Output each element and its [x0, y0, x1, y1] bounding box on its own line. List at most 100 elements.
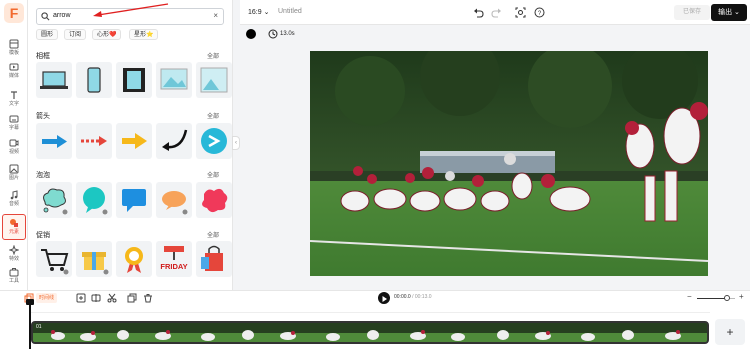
burst-bubble-icon — [202, 188, 228, 213]
element-tile[interactable] — [116, 241, 152, 277]
clear-icon[interactable]: × — [213, 11, 218, 20]
blue-arrow-icon — [42, 135, 67, 148]
zoom-fill — [697, 298, 728, 299]
app-logo[interactable]: F — [4, 3, 24, 23]
square-bubble-icon — [122, 189, 146, 212]
element-tile[interactable] — [36, 182, 72, 218]
playhead-handle[interactable] — [26, 299, 34, 305]
element-tile[interactable]: FRIDAY — [156, 241, 192, 277]
zoom-handle[interactable] — [724, 295, 731, 301]
element-tile[interactable] — [196, 62, 232, 98]
curved-arrow-icon — [162, 129, 188, 151]
rail-item-media[interactable]: 媒体 — [2, 59, 26, 85]
collapse-panel-button[interactable]: ‹ — [232, 136, 240, 150]
play-button[interactable] — [378, 292, 390, 304]
view-all-frames[interactable]: 全部 — [207, 51, 219, 60]
tag-star[interactable]: 星形⭐ — [129, 29, 159, 40]
app-window: F 模板 媒体 文字 字幕 视频 图片 音频 AI — [0, 0, 750, 349]
view-all-bubbles[interactable]: 全部 — [207, 170, 219, 179]
view-all-arrows[interactable]: 全部 — [207, 111, 219, 120]
background-color-swatch[interactable] — [246, 29, 256, 39]
section-title-sale: 促销 — [36, 232, 50, 239]
clock-icon — [268, 29, 278, 39]
round-bubble-icon — [83, 187, 108, 215]
element-tile[interactable] — [76, 123, 112, 159]
oval-bubble-icon — [162, 191, 188, 215]
play-icon — [382, 296, 387, 302]
zoom-out-button[interactable]: − — [687, 292, 692, 301]
rail-label: 字幕 — [8, 125, 19, 131]
photo-frame-icon — [200, 67, 228, 93]
add-clip-icon[interactable] — [76, 293, 86, 303]
element-tile[interactable] — [116, 123, 152, 159]
video-clip-track[interactable]: 01 — [31, 321, 709, 344]
shopping-cart-icon — [41, 249, 69, 275]
element-tile[interactable] — [156, 123, 192, 159]
element-tile[interactable] — [156, 182, 192, 218]
duration-value: 13.0s — [280, 31, 295, 37]
aspect-ratio-select[interactable]: 16:9 ⌄ — [248, 8, 269, 16]
zoom-slider[interactable] — [697, 295, 735, 301]
duration-control[interactable]: 13.0s — [268, 28, 295, 40]
delete-icon[interactable] — [143, 293, 153, 303]
export-button[interactable]: 输出 ⌄ — [711, 4, 747, 21]
screenshot-icon[interactable] — [515, 7, 526, 18]
text-icon — [11, 91, 17, 99]
help-icon[interactable]: ? — [534, 7, 545, 18]
friday-label: FRIDAY — [160, 262, 187, 271]
laptop-frame-icon — [40, 71, 68, 89]
tools-icon — [9, 268, 19, 277]
time-ruler[interactable] — [30, 305, 710, 313]
timeline-badge[interactable]: 时间线 — [36, 293, 58, 303]
rail-item-images[interactable]: 图片 — [2, 161, 26, 187]
zoom-in-button[interactable]: + — [739, 292, 744, 301]
element-tile[interactable] — [196, 123, 232, 159]
duplicate-icon[interactable] — [127, 293, 137, 303]
phone-frame-icon — [87, 67, 101, 93]
rail-label: 工具 — [8, 278, 19, 284]
element-tile[interactable] — [196, 182, 232, 218]
element-tile[interactable] — [36, 62, 72, 98]
element-tile[interactable] — [76, 241, 112, 277]
scissors-icon[interactable] — [107, 293, 117, 303]
element-tile[interactable] — [116, 182, 152, 218]
film-frame-icon — [123, 68, 145, 92]
element-tile[interactable] — [36, 123, 72, 159]
element-tile[interactable] — [76, 182, 112, 218]
undo-icon[interactable] — [473, 7, 484, 18]
element-tile[interactable] — [36, 241, 72, 277]
section-title-bubbles: 泡泡 — [36, 172, 50, 179]
video-icon — [9, 139, 19, 147]
rail-item-elements[interactable]: 元素 — [2, 214, 26, 240]
project-title[interactable]: Untitled — [278, 8, 302, 15]
friday-sale-icon: FRIDAY — [160, 246, 188, 271]
image-icon — [9, 164, 19, 174]
rail-label: 元素 — [8, 229, 19, 235]
rail-item-tools[interactable]: 工具 — [2, 264, 26, 290]
view-all-sale[interactable]: 全部 — [207, 230, 219, 239]
rail-label: 文字 — [8, 101, 19, 107]
elements-icon — [10, 219, 18, 227]
element-tile[interactable] — [116, 62, 152, 98]
tag-heart[interactable]: 心形❤️ — [92, 29, 122, 40]
element-tile[interactable] — [76, 62, 112, 98]
element-tile[interactable] — [156, 62, 192, 98]
rail-item-text[interactable]: 文字 — [2, 87, 26, 113]
video-preview[interactable] — [310, 51, 708, 276]
rail-item-audio[interactable]: 音频 — [2, 187, 26, 213]
time-total: / 00:13.0 — [410, 294, 432, 300]
elements-panel: arrow × 圆形 订阅 心形❤️ 星形⭐ 相框 全部 箭头 全部 泡泡 全部… — [28, 0, 233, 290]
time-current: 00:00.0 — [394, 294, 411, 300]
rail-item-subtitles[interactable]: 字幕 — [2, 111, 26, 137]
split-icon[interactable] — [91, 293, 101, 303]
element-tile[interactable] — [196, 241, 232, 277]
dashed-arrow-icon — [81, 136, 107, 146]
rail-label: 特效 — [8, 256, 19, 262]
add-track-button[interactable]: + — [715, 319, 745, 345]
tag-circle[interactable]: 圆形 — [36, 29, 59, 40]
redo-icon[interactable] — [491, 7, 502, 18]
section-title-arrows: 箭头 — [36, 113, 50, 120]
tag-subscribe[interactable]: 订阅 — [64, 29, 87, 40]
rail-item-video[interactable]: 视频 — [2, 135, 26, 161]
effects-icon — [9, 245, 19, 255]
